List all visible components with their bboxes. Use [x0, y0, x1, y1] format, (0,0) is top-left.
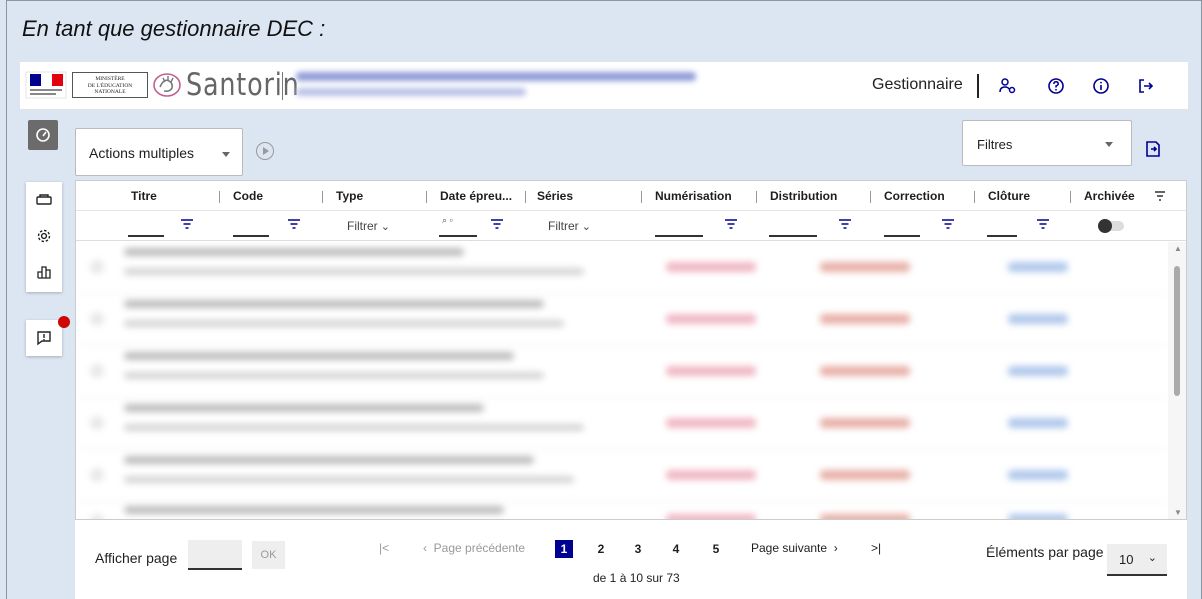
filter-icon[interactable] [1036, 218, 1050, 230]
column-type[interactable]: Type [336, 189, 363, 203]
scrollbar-thumb[interactable] [1174, 266, 1180, 396]
type-filter-select[interactable]: Filtrer [347, 219, 390, 233]
pagination-bar: Afficher page OK |< ‹ Page précédente 1 … [75, 520, 1187, 599]
users-settings-icon[interactable] [996, 74, 1020, 98]
closing-filter-input[interactable] [987, 235, 1017, 237]
brand-divider [282, 72, 283, 100]
santorin-hand-icon [153, 73, 181, 97]
filters-label: Filtres [977, 137, 1013, 152]
filter-row: Filtrer ⌕ ▫ Filtrer [76, 211, 1186, 241]
exams-table: Titre Code Type Date épreu... Séries Num… [75, 180, 1187, 520]
table-row[interactable] [76, 450, 1168, 502]
page-3-button[interactable]: 3 [629, 540, 647, 558]
go-to-page-ok-button[interactable]: OK [252, 541, 285, 569]
digitization-filter-input[interactable] [655, 235, 703, 237]
sidebar-item-stats[interactable] [34, 262, 54, 282]
column-title[interactable]: Titre [131, 189, 157, 203]
sidebar-menu [26, 182, 62, 292]
sidebar-item-settings[interactable] [34, 226, 54, 246]
items-per-page-label: Éléments par page [986, 544, 1104, 560]
help-icon[interactable] [1044, 74, 1068, 98]
archived-toggle[interactable] [1098, 219, 1124, 233]
filter-icon[interactable] [180, 218, 194, 230]
chevron-down-icon [1105, 142, 1113, 147]
chevron-down-icon [222, 152, 230, 157]
dashboard-icon [36, 128, 50, 142]
role-divider [977, 74, 979, 98]
caption: En tant que gestionnaire DEC : [22, 16, 326, 41]
ministere-line: NATIONALE [94, 89, 126, 95]
run-action-icon[interactable] [256, 142, 274, 160]
exam-icon [36, 194, 52, 205]
table-row[interactable] [76, 294, 1168, 346]
column-archived[interactable]: Archivée [1084, 189, 1135, 203]
table-row[interactable] [76, 346, 1168, 398]
previous-page-label: Page précédente [433, 541, 526, 555]
sidebar-item-exams[interactable] [34, 190, 54, 210]
code-filter-input[interactable] [233, 235, 269, 237]
logout-icon[interactable] [1134, 74, 1158, 98]
page-4-button[interactable]: 4 [667, 540, 685, 558]
filter-icon[interactable] [724, 218, 738, 230]
table-header: Titre Code Type Date épreu... Séries Num… [76, 181, 1186, 211]
date-filter-input[interactable] [439, 235, 477, 237]
first-page-icon[interactable]: |< [379, 541, 389, 555]
items-per-page-select[interactable]: 10 ⌄ [1107, 544, 1167, 576]
left-sidebar [20, 110, 70, 599]
filter-icon[interactable] [287, 218, 301, 230]
filter-icon[interactable] [838, 218, 852, 230]
notification-badge [58, 316, 70, 328]
sort-icon[interactable] [1154, 191, 1166, 201]
column-digitization[interactable]: Numérisation [655, 189, 732, 203]
blurred-context-title [292, 66, 762, 102]
go-to-page-label: Afficher page [95, 550, 178, 566]
series-filter-select[interactable]: Filtrer [548, 219, 591, 233]
filter-icon[interactable] [941, 218, 955, 230]
filter-icon[interactable] [490, 218, 504, 230]
column-closing[interactable]: Clôture [988, 189, 1030, 203]
page-range-text: de 1 à 10 sur 73 [593, 571, 680, 585]
column-series[interactable]: Séries [537, 189, 573, 203]
info-icon[interactable] [1089, 74, 1113, 98]
republique-francaise-logo [25, 71, 67, 99]
date-picker-icon[interactable]: ⌕ ▫ [442, 215, 453, 226]
table-scrollbar[interactable]: ▲ ▼ [1168, 242, 1186, 519]
bulk-actions-label: Actions multiples [89, 145, 195, 161]
feedback-button[interactable] [26, 320, 62, 356]
previous-page-link[interactable]: ‹ Page précédente [423, 541, 525, 555]
app-header: MINISTÈRE DE L'ÉDUCATION NATIONALE Santo… [20, 62, 1188, 110]
go-to-page-input[interactable] [188, 540, 242, 570]
correction-filter-input[interactable] [884, 235, 920, 237]
last-page-icon[interactable]: >| [871, 541, 881, 555]
page-1-button[interactable]: 1 [555, 540, 573, 558]
table-body-blurred [76, 242, 1168, 519]
distribution-filter-input[interactable] [769, 235, 817, 237]
export-icon[interactable] [1144, 140, 1162, 158]
settings-icon [37, 229, 51, 243]
column-date[interactable]: Date épreu... [440, 189, 512, 203]
dashboard-button[interactable] [28, 120, 58, 150]
ministere-logo: MINISTÈRE DE L'ÉDUCATION NATIONALE [72, 72, 148, 98]
column-code[interactable]: Code [233, 189, 263, 203]
filters-select[interactable]: Filtres [962, 120, 1132, 166]
column-correction[interactable]: Correction [884, 189, 945, 203]
next-page-link[interactable]: Page suivante › [751, 541, 838, 555]
user-role: Gestionnaire [872, 76, 963, 93]
table-row[interactable] [76, 242, 1168, 294]
items-per-page-value: 10 [1119, 552, 1134, 567]
table-row[interactable] [76, 502, 1168, 519]
chevron-down-icon: ⌄ [1147, 552, 1157, 564]
next-page-label: Page suivante [751, 541, 828, 555]
column-distribution[interactable]: Distribution [770, 189, 837, 203]
page-2-button[interactable]: 2 [592, 540, 610, 558]
feedback-icon [37, 331, 51, 346]
page-5-button[interactable]: 5 [707, 540, 725, 558]
bulk-actions-select[interactable]: Actions multiples [75, 128, 243, 176]
table-row[interactable] [76, 398, 1168, 450]
title-filter-input[interactable] [128, 235, 164, 237]
stats-icon [37, 266, 51, 279]
